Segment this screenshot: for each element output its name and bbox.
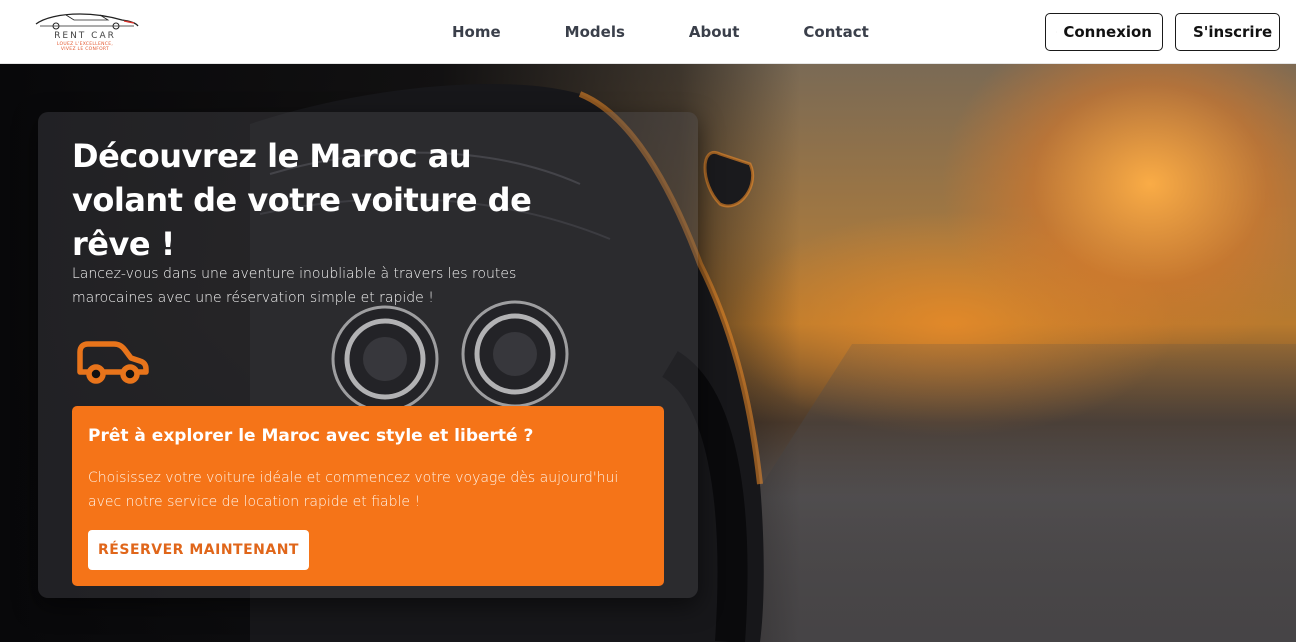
reserve-now-button[interactable]: RÉSERVER MAINTENANT (88, 530, 309, 570)
hero-title: Découvrez le Maroc au volant de votre vo… (72, 137, 532, 263)
login-button[interactable]: Connexion (1045, 13, 1163, 51)
top-navbar: RENT CAR LOUEZ L'EXCELLENCE, VIVEZ LE CO… (0, 0, 1296, 64)
cta-card: Prêt à explorer le Maroc avec style et l… (72, 406, 664, 586)
brand-name: RENT CAR (54, 31, 116, 41)
cta-text: Choisissez votre voiture idéale et comme… (88, 470, 619, 510)
signup-button[interactable]: S'inscrire (1175, 13, 1280, 51)
main-nav: Home Models About Contact (420, 0, 901, 64)
brand-tagline-2: VIVEZ LE CONFORT (60, 47, 110, 52)
nav-link-models[interactable]: Models (533, 23, 657, 41)
signup-button-label: S'inscrire (1193, 23, 1273, 41)
cta-title: Prêt à explorer le Maroc avec style et l… (88, 426, 534, 446)
nav-link-home[interactable]: Home (420, 23, 533, 41)
nav-link-contact[interactable]: Contact (771, 23, 900, 41)
nav-link-about[interactable]: About (657, 23, 772, 41)
login-button-label: Connexion (1063, 23, 1152, 41)
hero-section: Découvrez le Maroc au volant de votre vo… (0, 64, 1296, 642)
hero-subtitle: Lancez-vous dans une aventure inoubliabl… (72, 266, 517, 306)
brand-logo[interactable]: RENT CAR LOUEZ L'EXCELLENCE, VIVEZ LE CO… (30, 6, 140, 56)
car-icon (77, 341, 149, 384)
